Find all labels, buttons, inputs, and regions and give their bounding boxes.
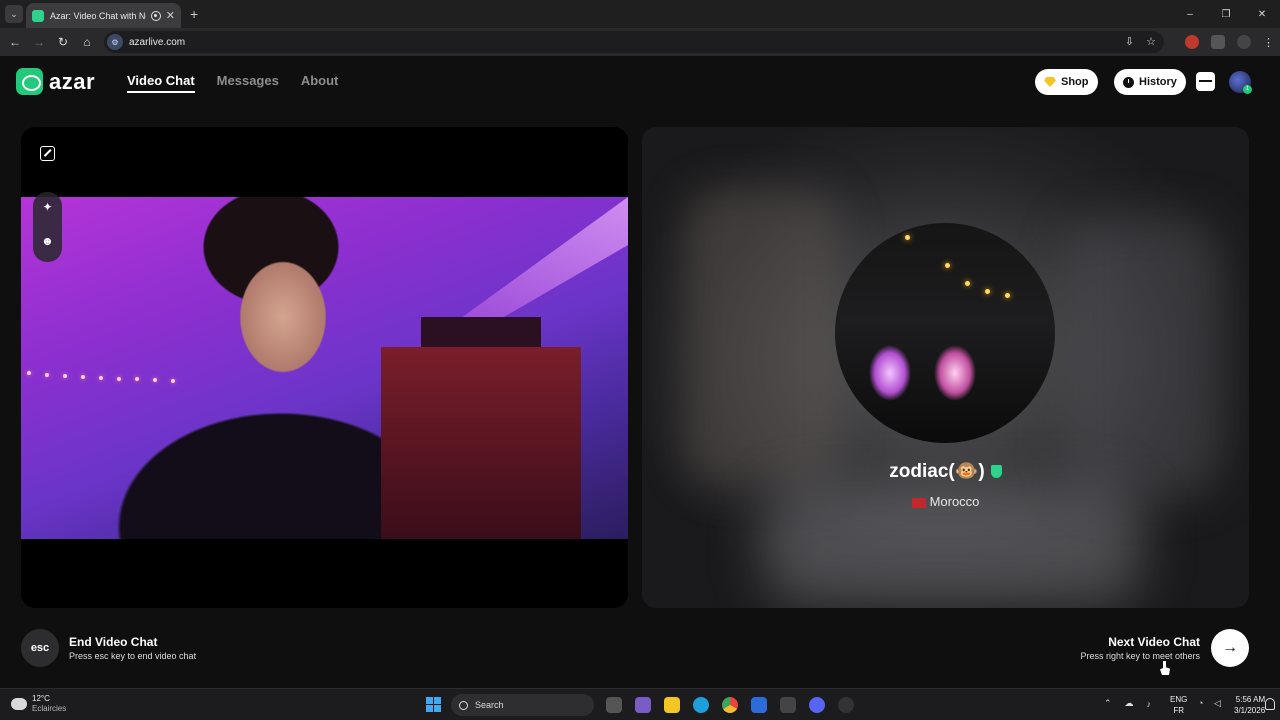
nav-about[interactable]: About xyxy=(301,73,339,93)
nav-messages[interactable]: Messages xyxy=(217,73,279,93)
inbox-icon[interactable] xyxy=(1196,72,1215,91)
address-bar[interactable]: ⚙ azarlive.com ⇩ ☆ xyxy=(104,31,1164,53)
volume-icon[interactable]: ◁ xyxy=(1214,698,1221,709)
windows-taskbar: 12°C Eclaircies Search ⌃ ☁ ♪ ENG FR ◔ ◁ … xyxy=(0,688,1280,720)
site-info-icon[interactable]: ⚙ xyxy=(107,34,123,50)
forward-arrow-icon[interactable]: → xyxy=(27,30,51,54)
next-chat-hint: Press right key to meet others xyxy=(1080,651,1200,661)
microphone-icon[interactable]: ♪ xyxy=(1147,699,1152,709)
reload-icon[interactable]: ↻ xyxy=(51,30,75,54)
remote-user-name: zodiac(🐵) xyxy=(642,459,1249,483)
edge-browser-icon[interactable] xyxy=(693,697,709,713)
video-tools: ✦ ☻ xyxy=(33,192,62,262)
tab-title: Azar: Video Chat with New xyxy=(50,10,146,21)
magic-wand-icon[interactable]: ✦ xyxy=(39,198,56,215)
mouse-cursor-icon xyxy=(1160,661,1170,675)
home-icon[interactable]: ⌂ xyxy=(75,30,99,54)
browser-tab-bar: ⌄ Azar: Video Chat with New ✕ + – ❐ ✕ xyxy=(0,0,1280,28)
tray-chevron-icon[interactable]: ⌃ xyxy=(1104,698,1112,709)
close-window-button[interactable]: ✕ xyxy=(1244,0,1280,28)
nav-video-chat[interactable]: Video Chat xyxy=(127,73,195,93)
history-button[interactable]: History xyxy=(1114,69,1186,95)
url-text: azarlive.com xyxy=(129,36,186,48)
weather-desc: Eclaircies xyxy=(32,704,67,713)
clock-icon xyxy=(1123,76,1134,88)
window-controls: – ❐ ✕ xyxy=(1172,0,1280,28)
next-chat-title: Next Video Chat xyxy=(1108,635,1200,649)
bookmark-star-icon[interactable]: ☆ xyxy=(1146,35,1156,48)
browser-toolbar: ← → ↻ ⌂ ⚙ azarlive.com ⇩ ☆ ⋮ xyxy=(0,28,1280,56)
azar-app: azar Video Chat Messages About Shop Hist… xyxy=(0,56,1280,688)
partly-cloudy-icon xyxy=(8,695,27,710)
morocco-flag-icon xyxy=(911,497,926,508)
verified-shield-icon xyxy=(990,465,1002,479)
maximize-button[interactable]: ❐ xyxy=(1208,0,1244,28)
tab-list-button[interactable]: ⌄ xyxy=(5,5,23,23)
back-arrow-icon[interactable]: ← xyxy=(3,30,27,54)
tab-close-icon[interactable]: ✕ xyxy=(166,9,175,22)
search-icon xyxy=(459,700,468,710)
next-chat-button[interactable]: → xyxy=(1211,629,1249,667)
windows-start-icon[interactable] xyxy=(426,697,441,712)
file-explorer-icon[interactable] xyxy=(664,697,680,713)
discord-icon[interactable] xyxy=(809,697,825,713)
store-icon[interactable] xyxy=(780,697,796,713)
minimize-button[interactable]: – xyxy=(1172,0,1208,28)
language-indicator[interactable]: ENG FR xyxy=(1170,694,1187,716)
extensions-puzzle-icon[interactable] xyxy=(1211,35,1225,49)
azar-logo-icon xyxy=(16,68,43,95)
extension-icon[interactable] xyxy=(1185,35,1199,49)
new-tab-button[interactable]: + xyxy=(190,6,198,22)
remote-profile-photo xyxy=(835,223,1055,443)
install-app-icon[interactable]: ⇩ xyxy=(1125,35,1134,48)
end-chat-title: End Video Chat xyxy=(69,635,158,649)
notification-bell-icon[interactable] xyxy=(1265,698,1275,710)
chrome-browser-icon[interactable] xyxy=(722,697,738,713)
end-chat-hint: Press esc key to end video chat xyxy=(69,651,197,661)
search-label: Search xyxy=(475,700,504,710)
history-label: History xyxy=(1139,76,1177,88)
face-filter-icon[interactable]: ☻ xyxy=(39,232,56,249)
shop-label: Shop xyxy=(1061,76,1089,88)
browser-tab-active[interactable]: Azar: Video Chat with New ✕ xyxy=(26,3,181,28)
system-tray: ⌃ ☁ ♪ xyxy=(1104,698,1151,709)
taskbar-search[interactable]: Search xyxy=(451,694,594,716)
outlook-icon[interactable] xyxy=(751,697,767,713)
expand-icon[interactable] xyxy=(40,146,55,161)
logo-text: azar xyxy=(49,68,96,94)
end-chat-button[interactable]: esc xyxy=(21,629,59,667)
local-video-panel: ✦ ☻ xyxy=(21,127,628,608)
recording-indicator-icon xyxy=(150,10,161,21)
task-view-icon[interactable] xyxy=(606,697,622,713)
widgets-app-icon[interactable] xyxy=(635,697,651,713)
azar-favicon-icon xyxy=(32,9,44,22)
remote-user-country: Morocco xyxy=(642,494,1249,509)
avatar-badge: 1 xyxy=(1243,85,1252,94)
gem-icon xyxy=(1044,77,1056,87)
led-strip xyxy=(21,367,201,387)
shop-button[interactable]: Shop xyxy=(1035,69,1098,95)
weather-temp: 12°C xyxy=(32,694,50,703)
profile-icon[interactable] xyxy=(1237,35,1251,49)
weather-widget[interactable]: 12°C Eclaircies xyxy=(8,694,67,714)
wifi-icon[interactable]: ◔ xyxy=(1198,698,1203,708)
browser-menu-icon[interactable]: ⋮ xyxy=(1263,36,1274,49)
user-avatar[interactable]: 1 xyxy=(1229,71,1252,94)
local-camera-feed xyxy=(21,197,628,539)
app-icon[interactable] xyxy=(838,697,854,713)
remote-video-panel: zodiac(🐵) Morocco xyxy=(642,127,1249,608)
system-clock[interactable]: 5:56 AM 3/1/2026 xyxy=(1234,694,1265,716)
azar-logo[interactable]: azar xyxy=(16,68,95,95)
main-nav: Video Chat Messages About xyxy=(127,73,338,93)
onedrive-icon[interactable]: ☁ xyxy=(1125,698,1134,709)
